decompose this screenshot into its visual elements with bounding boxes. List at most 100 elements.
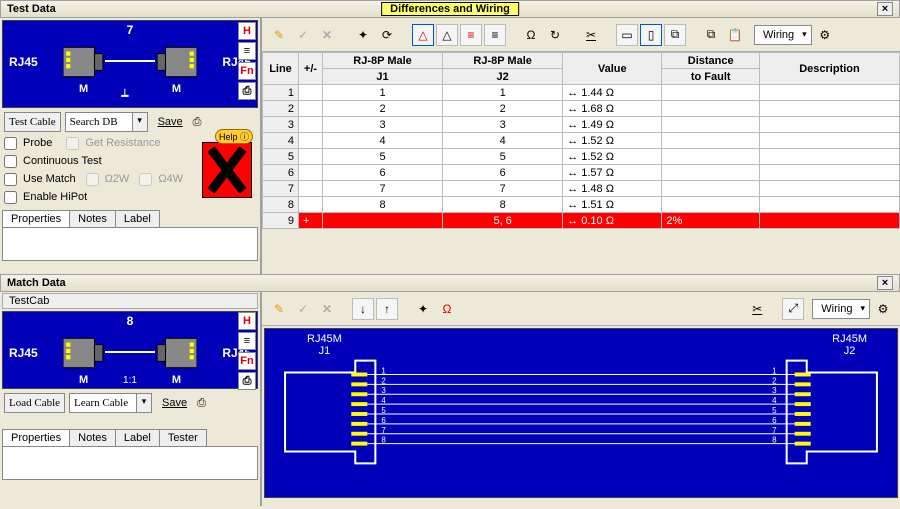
wand-button-m[interactable]: ✦ [412, 298, 434, 320]
col-line[interactable]: Line [263, 53, 299, 85]
table-row[interactable]: 555↔ 1.52 Ω [263, 149, 900, 165]
print-icon[interactable]: ⎙ [193, 116, 202, 129]
close-icon[interactable]: × [877, 2, 893, 16]
continuous-checkbox[interactable] [4, 155, 17, 168]
col-j1a[interactable]: RJ-8P Male [323, 53, 443, 69]
mini-fn-button[interactable]: Fn [238, 62, 256, 80]
bars-red-button[interactable]: ≡ [460, 24, 482, 46]
view3-button[interactable]: ⧉ [664, 24, 686, 46]
col-dist1[interactable]: Distance [662, 53, 760, 69]
chevron-down-icon: ▾ [796, 29, 807, 40]
tab-notes-test[interactable]: Notes [69, 210, 116, 227]
short-row[interactable]: 9+5, 6↔ 0.10 Ω2% [263, 213, 900, 229]
load-cable-button[interactable]: Load Cable [4, 393, 65, 413]
table-row[interactable]: 444↔ 1.52 Ω [263, 133, 900, 149]
save-match-button[interactable]: Save [156, 397, 193, 409]
wand-button[interactable]: ✦ [352, 24, 374, 46]
mini-h-button-m[interactable]: H [238, 312, 256, 330]
tab-properties-match[interactable]: Properties [2, 429, 70, 446]
col-j2a[interactable]: RJ-8P Male [443, 53, 563, 69]
tab-label-match[interactable]: Label [115, 429, 160, 446]
svg-text:3: 3 [381, 386, 386, 395]
wiring-select-label-m: Wiring [821, 303, 852, 315]
learn-cable-dropdown[interactable]: ▾ [137, 393, 152, 413]
col-j1b[interactable]: J1 [323, 69, 443, 85]
tab-properties-test[interactable]: Properties [2, 210, 70, 227]
tab-label-test[interactable]: Label [115, 210, 160, 227]
down-button[interactable]: ↓ [352, 298, 374, 320]
table-row[interactable]: 666↔ 1.57 Ω [263, 165, 900, 181]
mini-bars-button[interactable]: ≡ [238, 42, 256, 60]
omega-button[interactable]: Ω [520, 24, 542, 46]
scissors-button[interactable]: ✂ [580, 24, 602, 46]
test-cable-button[interactable]: Test Cable [4, 112, 61, 132]
match-toolbar: ✎ ✓ ✕ ↓ ↑ ✦ Ω ✂ ⤢ Wiring ▾ ⚙ [262, 292, 900, 326]
x-button-m[interactable]: ✕ [316, 298, 338, 320]
pencil-button-m[interactable]: ✎ [268, 298, 290, 320]
view2-button[interactable]: ▯ [640, 24, 662, 46]
mini-bars-button-m[interactable]: ≡ [238, 332, 256, 350]
gear-button[interactable]: ⚙ [814, 24, 836, 46]
table-row[interactable]: 888↔ 1.51 Ω [263, 197, 900, 213]
check-button[interactable]: ✓ [292, 24, 314, 46]
search-db-input[interactable] [65, 112, 133, 132]
table-row[interactable]: 333↔ 1.49 Ω [263, 117, 900, 133]
table-row[interactable]: 111↔ 1.44 Ω [263, 85, 900, 101]
test-conn-count: 7 [127, 23, 134, 37]
m-left-m: M [79, 374, 88, 386]
cycle-button[interactable]: ↻ [544, 24, 566, 46]
wiring-select-m[interactable]: Wiring ▾ [812, 299, 870, 319]
help-badge[interactable]: Help ⓘ [215, 129, 253, 144]
wiring-select[interactable]: Wiring ▾ [754, 25, 812, 45]
table-row[interactable]: 222↔ 1.68 Ω [263, 101, 900, 117]
bars-black-button[interactable]: ≡ [484, 24, 506, 46]
mini-h-button[interactable]: H [238, 22, 256, 40]
test-cable-diagram: 7 RJ45 RJ45 M M ┷ [2, 20, 258, 108]
chevron-down-icon-m: ▾ [854, 303, 865, 314]
col-j2b[interactable]: J2 [443, 69, 563, 85]
expand-button[interactable]: ⤢ [782, 298, 804, 320]
test-data-title: Test Data [7, 3, 56, 15]
table-row[interactable]: 777↔ 1.48 Ω [263, 181, 900, 197]
cable-line [105, 60, 155, 62]
svg-text:4: 4 [381, 396, 386, 405]
gear-button-m[interactable]: ⚙ [872, 298, 894, 320]
tri-red-button[interactable]: △ [412, 24, 434, 46]
mini-fn-button-m[interactable]: Fn [238, 352, 256, 370]
getres-checkbox [66, 137, 79, 150]
mini-print-button[interactable]: ⎙ [238, 82, 256, 100]
refresh-button[interactable]: ⟳ [376, 24, 398, 46]
col-pm[interactable]: +/- [299, 53, 323, 85]
x-button[interactable]: ✕ [316, 24, 338, 46]
col-dist2[interactable]: to Fault [662, 69, 760, 85]
close-icon-match[interactable]: × [877, 276, 893, 290]
col-value[interactable]: Value [563, 53, 662, 85]
pencil-button[interactable]: ✎ [268, 24, 290, 46]
view1-button[interactable]: ▭ [616, 24, 638, 46]
probe-checkbox[interactable] [4, 137, 17, 150]
print-icon-m[interactable]: ⎙ [197, 397, 206, 410]
tab-notes-match[interactable]: Notes [69, 429, 116, 446]
getres-label: Get Resistance [85, 137, 160, 149]
learn-cable-input[interactable] [69, 393, 137, 413]
svg-text:8: 8 [772, 436, 777, 445]
hipot-checkbox[interactable] [4, 191, 17, 204]
o4w-label: Ω4W [158, 173, 183, 185]
save-test-button[interactable]: Save [152, 116, 189, 128]
match-tab-panel [2, 446, 258, 480]
search-db-dropdown[interactable]: ▾ [133, 112, 148, 132]
svg-text:4: 4 [772, 396, 777, 405]
usematch-checkbox[interactable] [4, 173, 17, 186]
copy-button[interactable]: ⧉ [700, 24, 722, 46]
scissors-button-m[interactable]: ✂ [746, 298, 768, 320]
col-desc[interactable]: Description [760, 53, 900, 85]
test-data-titlebar: Test Data Differences and Wiring × [0, 0, 900, 18]
omega-button-m[interactable]: Ω [436, 298, 458, 320]
svg-text:1: 1 [381, 367, 386, 376]
paste-button[interactable]: 📋 [724, 24, 746, 46]
check-button-m[interactable]: ✓ [292, 298, 314, 320]
up-button[interactable]: ↑ [376, 298, 398, 320]
tab-tester-match[interactable]: Tester [159, 429, 207, 446]
tri-black-button[interactable]: △ [436, 24, 458, 46]
mini-print-button-m[interactable]: ⎙ [238, 372, 256, 390]
